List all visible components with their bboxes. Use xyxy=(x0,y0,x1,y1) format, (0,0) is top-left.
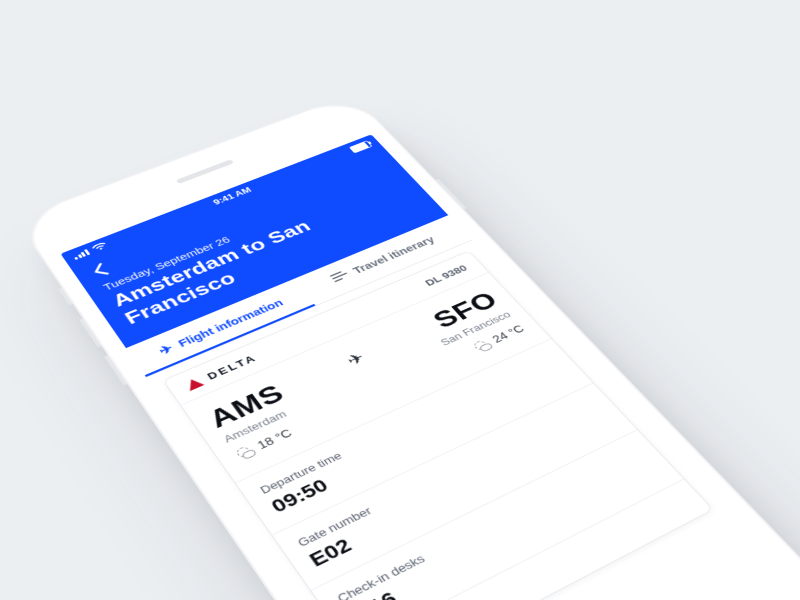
airplane-icon: ✈ xyxy=(343,349,370,370)
phone-frame: 9:41 AM Tuesday, September 26 Amsterdam … xyxy=(15,94,800,600)
weather-icon xyxy=(470,337,494,354)
back-button[interactable] xyxy=(89,262,111,281)
list-icon xyxy=(329,269,352,285)
row-terminal: Terminal xyxy=(352,479,712,600)
mute-switch[interactable] xyxy=(58,287,73,305)
origin: AMS Amsterdam 18 °C xyxy=(204,380,311,462)
volume-up-button[interactable] xyxy=(79,318,102,347)
row-checkin-desks: Check-in desks 9-16 xyxy=(311,430,684,600)
row-label: Check-in desks xyxy=(335,446,643,600)
destination: SFO San Francisco 24 °C xyxy=(419,288,527,363)
delta-logo-icon xyxy=(184,376,205,391)
airplane-icon: ✈ xyxy=(156,341,176,358)
phone-speaker xyxy=(176,159,234,184)
row-gate-number: Gate number E02 xyxy=(273,383,638,590)
volume-down-button[interactable] xyxy=(104,355,127,386)
cell-signal-icon xyxy=(72,249,90,260)
screen: 9:41 AM Tuesday, September 26 Amsterdam … xyxy=(61,134,755,600)
destination-temp: 24 °C xyxy=(490,323,527,345)
origin-city: Amsterdam xyxy=(221,404,298,445)
origin-temp: 18 °C xyxy=(255,427,295,452)
row-value: E02 xyxy=(305,410,615,571)
power-button[interactable] xyxy=(435,179,466,210)
row-value: 9-16 xyxy=(345,458,661,600)
row-label: Gate number xyxy=(295,398,597,549)
weather-icon xyxy=(232,443,257,462)
row-label: Terminal xyxy=(376,496,689,600)
